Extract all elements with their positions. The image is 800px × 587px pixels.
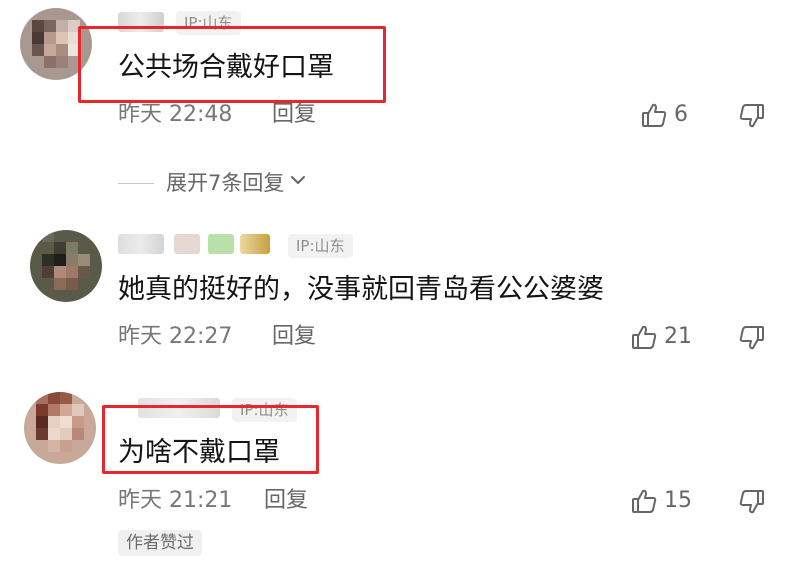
username-blurred	[240, 234, 270, 254]
username-blurred[interactable]	[118, 234, 164, 254]
comment-text: 她真的挺好的，没事就回青岛看公公婆婆	[118, 274, 604, 305]
username-blurred	[174, 234, 200, 254]
avatar[interactable]	[24, 392, 96, 464]
reply-button[interactable]: 回复	[272, 100, 316, 130]
reply-button[interactable]: 回复	[264, 486, 308, 516]
thumbs-up-icon	[630, 487, 658, 515]
divider-line	[118, 182, 154, 184]
thumbs-up-icon	[640, 101, 668, 129]
dislike-button[interactable]	[738, 102, 766, 134]
dislike-button[interactable]	[738, 488, 766, 520]
like-button[interactable]: 6	[640, 100, 688, 130]
comment-timestamp: 昨天 22:48	[118, 102, 233, 127]
highlight-box	[78, 26, 386, 103]
highlight-box	[102, 405, 319, 474]
reply-button[interactable]: 回复	[272, 322, 316, 352]
like-count: 21	[664, 324, 692, 349]
like-button[interactable]: 15	[630, 486, 692, 516]
like-count: 15	[664, 488, 692, 513]
expand-replies-label: 展开7条回复	[166, 171, 285, 195]
thumbs-up-icon	[630, 323, 658, 351]
author-liked-badge: 作者赞过	[118, 530, 202, 556]
chevron-down-icon	[288, 168, 308, 198]
comment-timestamp: 昨天 22:27	[118, 324, 233, 349]
like-count: 6	[674, 102, 688, 127]
comment-timestamp: 昨天 21:21	[118, 488, 233, 513]
thumbs-down-icon	[738, 104, 766, 134]
ip-location-badge: IP:山东	[288, 234, 353, 258]
username-blurred	[208, 234, 234, 254]
avatar[interactable]	[30, 230, 102, 302]
dislike-button[interactable]	[738, 324, 766, 356]
thumbs-down-icon	[738, 490, 766, 520]
expand-replies-button[interactable]: 展开7条回复	[118, 168, 308, 198]
like-button[interactable]: 21	[630, 322, 692, 352]
thumbs-down-icon	[738, 326, 766, 356]
